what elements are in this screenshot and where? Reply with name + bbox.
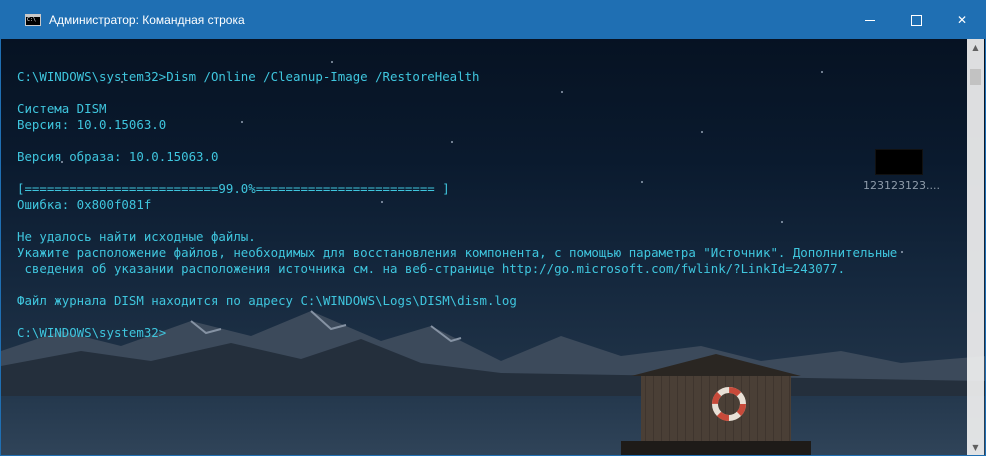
minimize-button[interactable] bbox=[847, 1, 893, 39]
title-bar[interactable]: Администратор: Командная строка ✕ bbox=[1, 1, 985, 39]
minimize-icon bbox=[865, 19, 875, 21]
window-controls: ✕ bbox=[847, 1, 985, 39]
scrollbar-thumb[interactable] bbox=[970, 69, 981, 85]
console-line: Укажите расположение файлов, необходимых… bbox=[17, 245, 898, 260]
console-line: Файл журнала DISM находится по адресу C:… bbox=[17, 293, 517, 308]
console-line: сведения об указании расположения источн… bbox=[17, 261, 846, 276]
star bbox=[331, 61, 333, 63]
maximize-button[interactable] bbox=[893, 1, 939, 39]
lake bbox=[1, 396, 985, 455]
console-line: Ошибка: 0x800f081f bbox=[17, 197, 152, 212]
chevron-up-icon: ▲ bbox=[972, 43, 979, 52]
console-line: Система DISM bbox=[17, 101, 107, 116]
console-line: [==========================99.0%========… bbox=[17, 181, 450, 196]
console-line: Не удалось найти исходные файлы. bbox=[17, 229, 256, 244]
scroll-up-button[interactable]: ▲ bbox=[967, 39, 984, 56]
scroll-down-button[interactable]: ▼ bbox=[967, 439, 984, 455]
command-prompt-window: 123123123.... Администратор: Командная с… bbox=[0, 0, 986, 456]
console-output[interactable]: C:\WINDOWS\system32>Dism /Online /Cleanu… bbox=[17, 69, 965, 341]
close-icon: ✕ bbox=[956, 13, 968, 27]
console-line: Версия образа: 10.0.15063.0 bbox=[17, 149, 219, 164]
window-title: Администратор: Командная строка bbox=[49, 13, 245, 27]
boathouse-illustration bbox=[621, 354, 811, 455]
console-line: C:\WINDOWS\system32>Dism /Online /Cleanu… bbox=[17, 69, 480, 84]
close-button[interactable]: ✕ bbox=[939, 1, 985, 39]
maximize-icon bbox=[910, 14, 922, 26]
console-line: C:\WINDOWS\system32> bbox=[17, 325, 167, 340]
cmd-icon[interactable] bbox=[25, 14, 41, 26]
vertical-scrollbar[interactable]: ▲ ▼ bbox=[967, 39, 984, 455]
chevron-down-icon: ▼ bbox=[972, 443, 979, 452]
console-line: Версия: 10.0.15063.0 bbox=[17, 117, 167, 132]
